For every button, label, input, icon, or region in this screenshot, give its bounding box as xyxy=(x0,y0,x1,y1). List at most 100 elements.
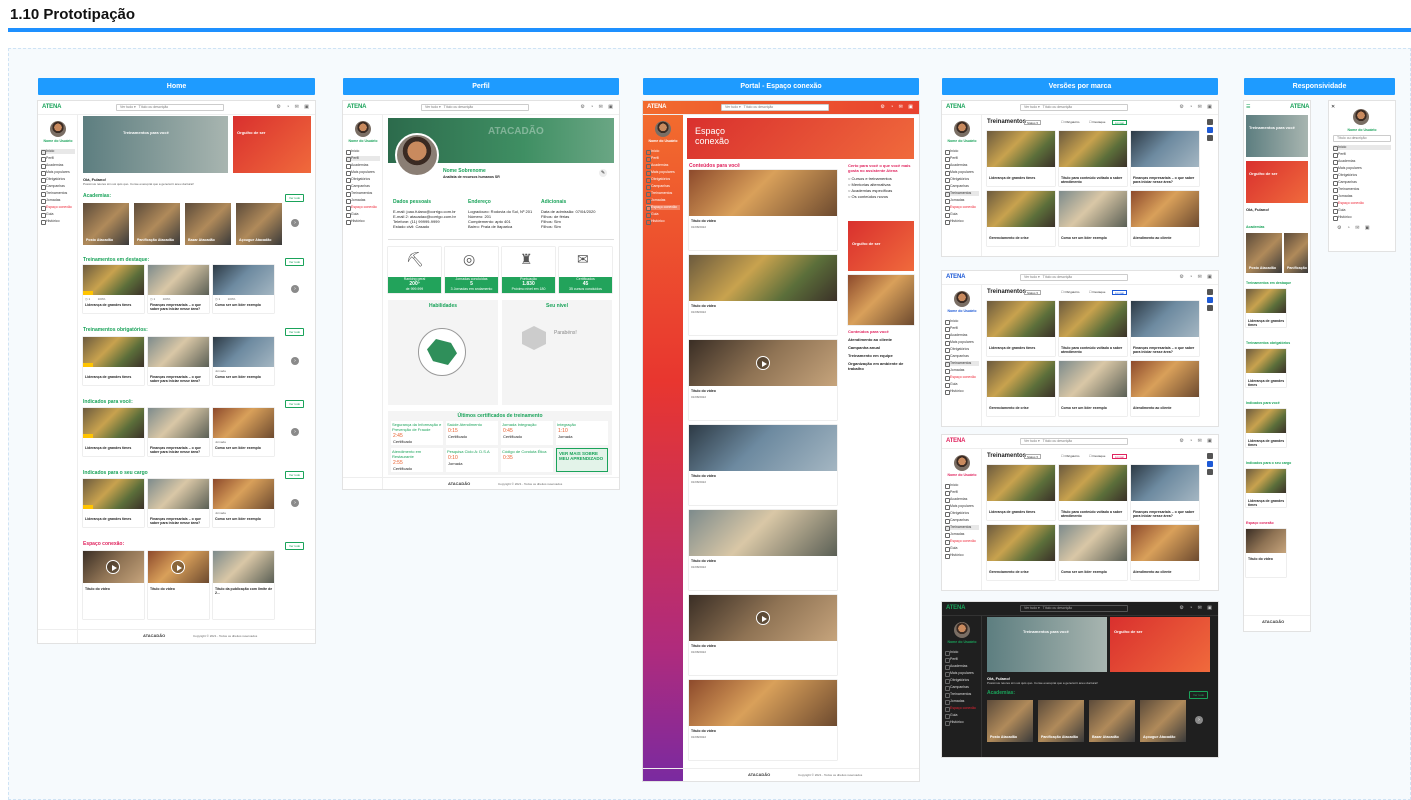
feed-post[interactable]: Título do vídeo 01/08/2022 xyxy=(689,340,837,420)
hero-banner[interactable]: Treinamentos para você xyxy=(83,116,228,173)
feed-post[interactable]: Título do vídeo 01/08/2022 xyxy=(689,255,837,335)
status-select[interactable]: Status ▾ xyxy=(1024,120,1041,125)
obrigatorio-checkbox[interactable]: ☐ Obrigatório xyxy=(1059,290,1081,295)
poll-option[interactable]: ○ Os conteúdos novos xyxy=(848,194,914,199)
menu-item[interactable]: Treinamentos xyxy=(1333,187,1391,193)
side-list-item[interactable]: Treinamento em equipe xyxy=(848,353,914,358)
sidebar-item-campanhas[interactable]: Campanhas xyxy=(346,184,380,190)
sidebar-item-academias[interactable]: Academias xyxy=(346,163,380,169)
clear-button[interactable]: Limpar xyxy=(1112,290,1128,295)
course-card[interactable]: Gerenciamento de crise xyxy=(987,525,1055,580)
floating-actions[interactable] xyxy=(1207,119,1214,143)
sidebar-item-inicio[interactable]: Início xyxy=(646,149,680,155)
feed-post[interactable]: Título do vídeo 01/08/2022 xyxy=(689,595,837,675)
obrigatorio-checkbox[interactable]: ☐ Obrigatório xyxy=(1059,454,1081,459)
secondary-banner[interactable]: Orgulho de ser xyxy=(1110,617,1210,672)
sidebar-item-obrigatorios[interactable]: Obrigatórios xyxy=(41,177,75,183)
sidebar-item-obrigatorios[interactable]: Obrigatórios xyxy=(646,177,680,183)
toolbar-icons[interactable]: ⚙ ◔ ✉ ▣ xyxy=(1179,104,1214,110)
sidebar-item-historico[interactable]: Histórico xyxy=(41,219,75,225)
see-all-button[interactable]: Ver tudo xyxy=(1189,691,1209,699)
academia-card[interactable]: Panificação Atacadão xyxy=(134,203,180,245)
destaque-checkbox[interactable]: ☐ Destaque xyxy=(1087,290,1107,295)
menu-item[interactable]: Espaço conexão xyxy=(1333,201,1391,207)
course-card[interactable]: Liderança de grandes times xyxy=(83,408,144,456)
hero-banner[interactable]: Treinamentos para você xyxy=(1246,115,1308,157)
course-card[interactable]: Gerenciamento de crise xyxy=(987,191,1055,246)
sidebar-item-guia[interactable]: Guia xyxy=(41,212,75,218)
course-card[interactable]: Liderança de grandes times xyxy=(987,131,1055,186)
course-card[interactable]: Atendimento ao cliente xyxy=(1131,361,1199,416)
sidebar-item-treinamentos[interactable]: Treinamentos xyxy=(41,191,75,197)
course-card[interactable]: Como ser um líder exemplo xyxy=(1059,525,1127,580)
sidebar-item-obrigatorios[interactable]: Obrigatórios xyxy=(346,177,380,183)
sidebar-item-academias[interactable]: Academias xyxy=(41,163,75,169)
side-banner[interactable]: Orgulho de ser xyxy=(848,221,914,271)
see-more-button[interactable]: VER MAIS SOBRE MEU APRENDIZADO xyxy=(556,448,608,472)
course-card[interactable]: Título para conteúdo voltado a saber ate… xyxy=(1059,465,1127,520)
cert-card[interactable]: Código de Conduta Ética 0:35 xyxy=(501,448,553,472)
feed-post[interactable]: Título do vídeo 01/08/2022 xyxy=(689,680,837,760)
academia-card[interactable]: Posto Atacadão xyxy=(1246,233,1282,273)
course-card[interactable]: Finanças empresariais – o que saber para… xyxy=(148,408,209,456)
feed-post[interactable]: Título do vídeo 01/08/2022 xyxy=(689,425,837,505)
see-all-button[interactable]: Ver tudo xyxy=(285,471,305,479)
obrigatorio-checkbox[interactable]: ☐ Obrigatório xyxy=(1059,120,1081,125)
cert-card[interactable]: Pesquisa Ciclo A: D.S.A 0:10 Jornada xyxy=(446,448,498,472)
course-card[interactable]: Liderança de grandes times xyxy=(83,337,144,385)
academia-card[interactable]: Açougue Atacadão xyxy=(236,203,282,245)
sidebar-item-espaco[interactable]: Espaço conexão xyxy=(41,205,75,211)
feed-post[interactable]: Título do vídeo 01/08/2022 xyxy=(689,170,837,250)
cert-card[interactable]: Atendimento em Restaurante 2:55 Certificad… xyxy=(391,448,443,472)
sidebar-item-treinamentos[interactable]: Treinamentos xyxy=(346,191,380,197)
course-card[interactable]: Finanças empresariais – o que saber para… xyxy=(148,337,209,385)
course-card[interactable]: Título para conteúdo voltado a saber ate… xyxy=(1059,301,1127,356)
toolbar-icons[interactable]: ⚙ ◔ ✉ ▣ xyxy=(1179,274,1214,280)
search-input[interactable]: Ver tudo ▾ Título ou descrição xyxy=(421,104,529,111)
course-card[interactable]: Como ser um líder exemplo xyxy=(1059,361,1127,416)
sidebar-item-treinamentos[interactable]: Treinamentos xyxy=(646,191,680,197)
toolbar-icons[interactable]: ⚙ ◔ ✉ ▣ xyxy=(580,104,615,110)
destaque-checkbox[interactable]: ☐ Destaque xyxy=(1087,120,1107,125)
poll-option[interactable]: ○ Cursos e treinamentos xyxy=(848,176,914,181)
edit-icon[interactable]: ✎ xyxy=(599,169,607,177)
sidebar-item-historico[interactable]: Histórico xyxy=(646,219,680,225)
search-input[interactable]: Ver tudo ▾ Título ou descrição xyxy=(1020,605,1128,612)
search-input[interactable]: Título ou descrição xyxy=(1333,135,1391,142)
course-card[interactable]: Liderança de grandes times xyxy=(1246,409,1286,447)
search-input[interactable]: Ver tudo ▾ Título ou descrição xyxy=(1020,438,1128,445)
toolbar-icons[interactable]: ⚙ ◔ ✉ ▣ xyxy=(880,104,915,110)
cert-card[interactable]: Segurança da Informação e Prevenção de F… xyxy=(391,421,443,445)
course-card[interactable]: Liderança de grandes times xyxy=(83,479,144,527)
academia-card[interactable]: Panificação xyxy=(1284,233,1308,273)
search-input[interactable]: Ver tudo ▾ Título ou descrição xyxy=(1020,104,1128,111)
menu-item[interactable]: Guia xyxy=(1333,208,1391,214)
poll-option[interactable]: ○ Academias específicas xyxy=(848,188,914,193)
carousel-next-button[interactable]: › xyxy=(291,285,299,293)
status-select[interactable]: Status ▾ xyxy=(1024,454,1041,459)
course-card[interactable]: Liderança de grandes times xyxy=(1246,349,1286,387)
floating-actions[interactable] xyxy=(1207,289,1214,313)
sidebar-item-jornadas[interactable]: Jornadas xyxy=(646,198,680,204)
course-card[interactable]: Liderança de grandes times xyxy=(987,301,1055,356)
cert-card[interactable]: Integração 1:10 Jornada xyxy=(556,421,608,445)
secondary-banner[interactable]: Orgulho de ser xyxy=(233,116,311,173)
see-all-button[interactable]: Ver tudo xyxy=(285,400,305,408)
carousel-next-button[interactable]: › xyxy=(1195,716,1203,724)
sidebar-item-jornadas[interactable]: Jornadas xyxy=(41,198,75,204)
sidebar-item-historico[interactable]: Histórico xyxy=(346,219,380,225)
course-card[interactable]: Jornada Como ser um líder exemplo xyxy=(213,479,274,527)
academia-card[interactable]: Panificação Atacadão xyxy=(1038,700,1084,742)
video-card[interactable]: Título do vídeo xyxy=(83,551,144,619)
course-card[interactable]: Finanças empresariais – o que saber para… xyxy=(1131,465,1199,520)
video-card[interactable]: Título da publicação com limite de 2... xyxy=(213,551,274,619)
menu-item[interactable]: Início xyxy=(1333,145,1391,151)
course-card[interactable]: Atendimento ao cliente xyxy=(1131,525,1199,580)
sidebar-item-perfil[interactable]: Perfil xyxy=(346,156,380,162)
sidebar-item-jornadas[interactable]: Jornadas xyxy=(346,198,380,204)
menu-item[interactable]: Jornadas xyxy=(1333,194,1391,200)
see-all-button[interactable]: Ver tudo xyxy=(285,258,305,266)
sidebar-item-campanhas[interactable]: Campanhas xyxy=(41,184,75,190)
carousel-next-button[interactable]: › xyxy=(291,219,299,227)
search-input[interactable]: Ver tudo ▾ Título ou descrição xyxy=(1020,274,1128,281)
